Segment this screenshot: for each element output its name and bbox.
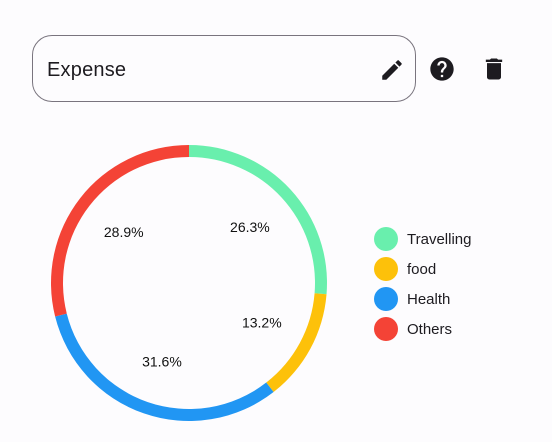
legend-swatch-travelling: [374, 227, 398, 251]
legend-label-food: food: [407, 261, 436, 278]
delete-button[interactable]: [480, 55, 508, 83]
legend-label-travelling: Travelling: [407, 231, 471, 248]
legend-swatch-others: [374, 317, 398, 341]
help-button[interactable]: [428, 55, 456, 83]
slice-label-health: 31.6%: [142, 353, 182, 369]
title-field[interactable]: Expense: [32, 35, 416, 102]
slice-label-others: 28.9%: [104, 224, 144, 240]
title-value: Expense: [47, 59, 127, 81]
slice-label-food: 13.2%: [242, 314, 282, 330]
legend-swatch-health: [374, 287, 398, 311]
trash-icon: [485, 58, 503, 80]
donut-slice-food: [266, 293, 327, 393]
legend-label-others: Others: [407, 321, 452, 338]
slice-label-travelling: 26.3%: [230, 219, 270, 235]
pencil-icon: [382, 60, 402, 80]
help-circle-icon: [430, 57, 454, 81]
edit-button[interactable]: [379, 57, 405, 83]
expense-donut-chart: 26.3% 13.2% 31.6% 28.9% Travelling food Health…: [50, 145, 471, 421]
legend-swatch-food: [374, 257, 398, 281]
legend-label-health: Health: [407, 291, 450, 308]
